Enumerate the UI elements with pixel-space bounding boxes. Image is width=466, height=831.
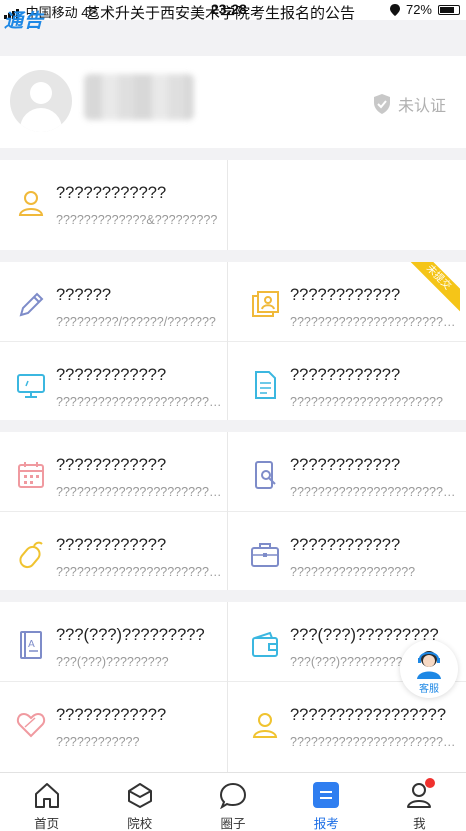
grid-item-title: ???????????? [56,706,167,724]
grid-item-sub: ?????????/??????/??????? [56,315,216,329]
grid-item-title: ???????????? [290,536,401,554]
grid-item-title: ???????????? [290,366,401,384]
phone-search-icon [255,461,276,489]
document-icon [255,371,276,399]
status-time: 23:28 [211,1,247,17]
home-icon [34,783,59,808]
grid-item-title: ???????????? [290,456,401,474]
grid-item-title: ???(???)????????? [56,626,205,644]
customer-service-label: 客服 [419,684,439,695]
grid-item[interactable]: ???????????? ???????????????????????????… [228,262,460,341]
tab-label: 我 [413,817,426,831]
section-1: ???????????? ?????????????&????????? [0,160,466,250]
mouse-icon [19,541,43,569]
tab-home[interactable]: 首页 [0,773,93,831]
grid-item[interactable]: ?????? ?????????/??????/??????? [0,262,232,341]
grid-item-sub: ?????????????&????????? [56,213,218,227]
tab-label: 首页 [34,817,60,831]
grid-item[interactable]: ???????????? ?????????????&????????? [0,160,232,250]
grid-item-sub: ???????????????????????????? [290,315,458,329]
briefcase-icon [251,543,279,567]
grid-item-title: ???????????? [56,456,167,474]
grid-item-sub: ?????????????????????????? [56,565,226,579]
grid-item-title: ?????? [56,286,112,304]
section-3: ???????????? ?????????????????????????? … [0,432,466,590]
monitor-icon [17,374,45,398]
grid-item-title: ???????????? [56,366,167,384]
notebook-icon: A [20,631,42,659]
tab-label: 报考 [313,817,339,831]
grid-item-title: ???????????? [290,286,401,304]
profile-card[interactable]: 未认证 [0,56,466,148]
status-badge: 未提交 [404,262,460,312]
user-name-blurred [84,74,194,120]
grid-item-title: ???????????? [56,184,167,202]
verify-label: 未认证 [397,98,446,115]
shield-icon [373,94,390,114]
customer-service-button[interactable]: 客服 [400,640,458,698]
grid-item-sub: ???????????????????????????? [290,485,458,499]
heart-icon [16,712,46,738]
tab-schools[interactable]: 院校 [93,773,186,831]
grid-item[interactable]: ???????????? ?????????????????? [228,512,460,590]
location-icon [389,3,400,16]
tab-bar: 首页 院校 圈子 报考 我 [0,772,466,831]
grid-item-sub: ?????????????????? [290,565,416,579]
notice-logo[interactable]: 通告 [4,6,44,33]
grid-item-sub: ?????????????????????? [290,395,443,409]
grid-item-title: ????????????????? [290,706,447,724]
school-icon [127,783,152,808]
grid-item-title: ???????????? [56,536,167,554]
tab-label: 院校 [127,817,153,831]
chat-bubble-icon [219,782,247,809]
grid-item-sub: ???????????? [56,735,140,749]
grid-item[interactable]: ???????????? ????????????????????????? [0,342,232,420]
calendar-icon [18,462,44,488]
battery-icon [438,4,460,15]
photo-card-icon [252,291,279,317]
person-icon [252,713,278,738]
tab-circle[interactable]: 圈子 [186,773,279,831]
tab-me[interactable]: 我 [373,773,466,831]
grid-item-sub: ????????????????????????? [56,395,226,409]
grid-item[interactable]: ???????????? ???????????????????????????… [228,432,460,511]
grid-item[interactable]: A ???(???)????????? ???(???)????????? [0,602,232,681]
wallet-icon [252,631,278,657]
section-2: ?????? ?????????/??????/??????? ????????… [0,262,466,420]
verify-status[interactable]: 未认证 [372,92,446,116]
battery-percent: 72% [405,2,432,17]
register-icon [313,782,340,808]
svg-text:A: A [28,639,35,650]
avatar[interactable] [10,70,72,132]
tab-label: 圈子 [220,817,246,831]
grid-item-sub: ???(???)????????? [56,655,169,669]
grid-item[interactable]: ???????????? ?????????????????????????? [0,512,232,590]
grid-item[interactable]: ???????????? ?????????????????????????? [0,432,232,511]
section-4: A ???(???)????????? ???(???)????????? ??… [0,602,466,772]
customer-service-icon [417,651,441,679]
grid-item[interactable]: ???????????? ?????????????????????? [228,342,460,420]
grid-item[interactable]: ???????????? ???????????? [0,682,232,772]
person-icon [18,191,44,216]
status-bar: 中国移动 4G 通告 艺术升关于西安美术学院考生报名的公告 23:28 72% [0,0,466,32]
grid-item-sub: ?????????????????????????? [56,485,226,499]
tab-register[interactable]: 报考 [280,773,373,831]
grid-item-sub: ???????????????????????????? [290,735,458,749]
pencil-icon [19,292,44,317]
